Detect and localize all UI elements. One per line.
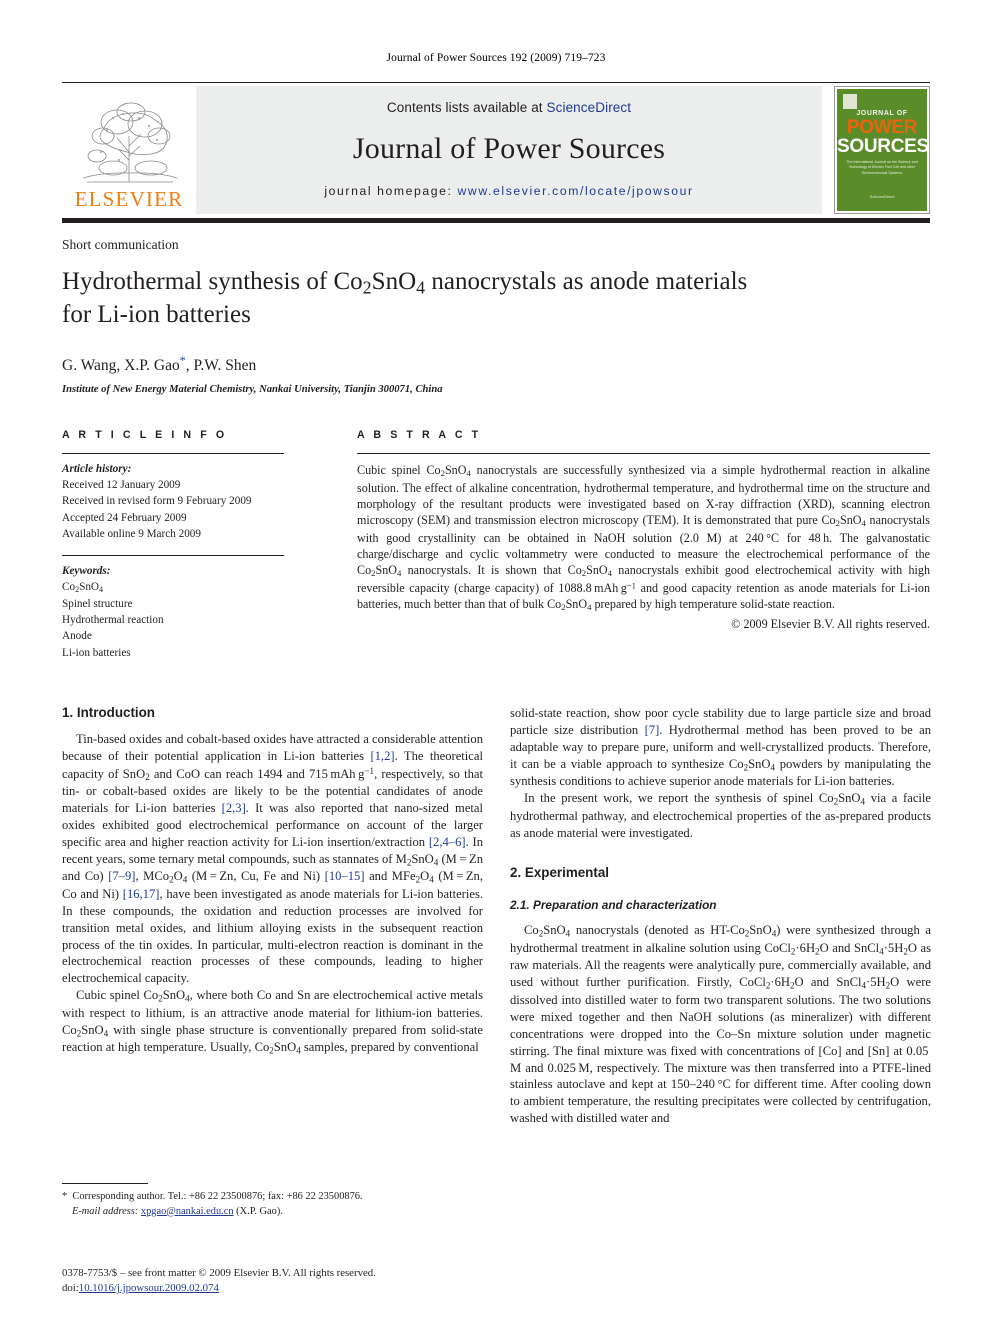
footnote-text: * Corresponding author. Tel.: +86 22 235…: [62, 1190, 483, 1220]
citation-ref[interactable]: [2,4–6]: [429, 835, 466, 849]
footnote-marker: *: [62, 1190, 68, 1202]
journal-homepage-label: journal homepage:: [324, 184, 453, 198]
keyword-item: Co2SnO4: [62, 581, 104, 595]
citation-ref[interactable]: [16,17]: [123, 887, 160, 901]
masthead-center-panel: Contents lists available at ScienceDirec…: [196, 86, 822, 214]
doi-line: doi:10.1016/j.jpowsour.2009.02.074: [62, 1281, 483, 1297]
keyword-item: Li-ion batteries: [62, 646, 131, 659]
paragraph-intro-3: solid-state reaction, show poor cycle st…: [510, 705, 932, 789]
article-history-accepted: Accepted 24 February 2009: [62, 511, 187, 524]
journal-masthead: ELSEVIER Contents lists available at Sci…: [62, 82, 930, 223]
abstract-copyright: © 2009 Elsevier B.V. All rights reserved…: [731, 617, 930, 632]
abstract-column: A B S T R A C T Cubic spinel Co2SnO4 nan…: [357, 429, 930, 661]
footnote-rule: [62, 1182, 148, 1184]
footnote-email-label: E-mail address:: [72, 1205, 139, 1217]
keyword-item: Hydrothermal reaction: [62, 614, 164, 627]
keywords-rule: [62, 555, 284, 556]
cover-elsevier-mark-icon: [843, 94, 857, 109]
journal-cover-thumbnail: JOURNAL OF POWER SOURCES The Internation…: [834, 86, 930, 214]
keyword-item: Spinel structure: [62, 597, 133, 610]
author-list: G. Wang, X.P. Gao*, P.W. Shen: [62, 353, 930, 375]
journal-title: Journal of Power Sources: [352, 132, 666, 165]
running-head: Journal of Power Sources 192 (2009) 719–…: [386, 52, 606, 64]
article-history-received: Received 12 January 2009: [62, 479, 181, 492]
abstract-rule: [357, 452, 930, 454]
body-column-right: solid-state reaction, show poor cycle st…: [510, 705, 931, 1127]
sciencedirect-link[interactable]: ScienceDirect: [547, 100, 632, 115]
citation-ref[interactable]: [10–15]: [325, 869, 365, 883]
authors-secondary: , P.W. Shen: [185, 356, 257, 374]
cover-sciencedirect-label: ScienceDirect: [869, 194, 895, 199]
citation-ref[interactable]: [7–9]: [108, 869, 135, 883]
footnote-corresponding-author: Corresponding author. Tel.: +86 22 23500…: [72, 1190, 363, 1202]
issn-copyright-line: 0378-7753/$ – see front matter © 2009 El…: [62, 1266, 376, 1279]
footnote-email-link[interactable]: xpgao@nankai.edu.cn: [141, 1206, 234, 1217]
elsevier-wordmark: ELSEVIER: [74, 187, 184, 211]
corresponding-author-footnote: * Corresponding author. Tel.: +86 22 235…: [62, 1182, 483, 1220]
document-type-label: Short communication: [62, 237, 179, 252]
masthead-top-rule: [62, 82, 930, 83]
article-history-online: Available online 9 March 2009: [62, 527, 201, 540]
author-affiliation: Institute of New Energy Material Chemist…: [62, 383, 443, 395]
article-history-label: Article history:: [62, 462, 132, 475]
article-title-line-2: for Li-ion batteries: [62, 301, 251, 329]
column-gutter: [349, 429, 357, 661]
doi-link[interactable]: 10.1016/j.jpowsour.2009.02.074: [79, 1282, 219, 1294]
section-heading-introduction: 1. Introduction: [62, 704, 155, 720]
citation-ref[interactable]: [2,3]: [222, 801, 246, 815]
doi-label: doi:: [62, 1282, 79, 1295]
article-title: Hydrothermal synthesis of Co2SnO4 nanocr…: [62, 266, 930, 331]
article-title-line-1: Hydrothermal synthesis of Co2SnO4 nanocr…: [62, 268, 748, 298]
info-abstract-row: A R T I C L E I N F O Article history: R…: [62, 429, 930, 661]
abstract-text: Cubic spinel Co2SnO4 nanocrystals are su…: [357, 462, 930, 613]
contents-available-text: Contents lists available at: [386, 100, 547, 115]
paragraph-intro-4: In the present work, we report the synth…: [510, 791, 931, 840]
journal-homepage-line: journal homepage: www.elsevier.com/locat…: [324, 184, 693, 198]
cover-power-label: POWER: [846, 117, 918, 138]
subsection-heading-preparation: 2.1. Preparation and characterization: [510, 898, 717, 913]
paragraph-experimental-1: Co2SnO4 nanocrystals (denoted as HT-Co2S…: [510, 923, 931, 1126]
section-heading-experimental: 2. Experimental: [510, 865, 609, 881]
elsevier-logo: ELSEVIER: [62, 86, 196, 214]
article-info-rule: [62, 452, 284, 454]
citation-ref[interactable]: [1,2]: [370, 749, 394, 763]
cover-subtitle: The International Journal on the Science…: [846, 160, 918, 175]
keywords-label: Keywords:: [62, 565, 111, 577]
journal-cover-art: JOURNAL OF POWER SOURCES The Internation…: [837, 89, 927, 211]
body-column-left: 1. Introduction Tin-based oxides and cob…: [62, 704, 483, 1217]
masthead-bottom-rule: [62, 218, 930, 223]
body-columns: 1. Introduction Tin-based oxides and cob…: [62, 704, 931, 1217]
paragraph-intro-1: Tin-based oxides and cobalt-based oxides…: [62, 731, 483, 986]
article-info-heading: A R T I C L E I N F O: [62, 428, 228, 441]
article-first-page: Journal of Power Sources 192 (2009) 719–…: [0, 0, 992, 1323]
elsevier-tree-icon: [82, 102, 178, 183]
journal-homepage-url[interactable]: www.elsevier.com/locate/jpowsour: [458, 184, 694, 198]
authors-primary: G. Wang, X.P. Gao: [62, 356, 180, 374]
contents-available-line: Contents lists available at ScienceDirec…: [387, 100, 631, 115]
keyword-item: Anode: [62, 630, 92, 643]
article-history-revised: Received in revised form 9 February 2009: [62, 495, 252, 508]
footnote-email-owner: (X.P. Gao).: [236, 1205, 283, 1217]
paragraph-intro-2: Cubic spinel Co2SnO4, where both Co and …: [62, 988, 483, 1056]
article-info-column: A R T I C L E I N F O Article history: R…: [62, 429, 349, 661]
citation-ref[interactable]: [7]: [645, 723, 660, 737]
cover-sources-label: SOURCES: [837, 136, 927, 157]
abstract-heading: A B S T R A C T: [357, 428, 482, 441]
page-footer: 0378-7753/$ – see front matter © 2009 El…: [62, 1266, 483, 1297]
cover-journal-of-label: JOURNAL OF: [856, 110, 908, 117]
